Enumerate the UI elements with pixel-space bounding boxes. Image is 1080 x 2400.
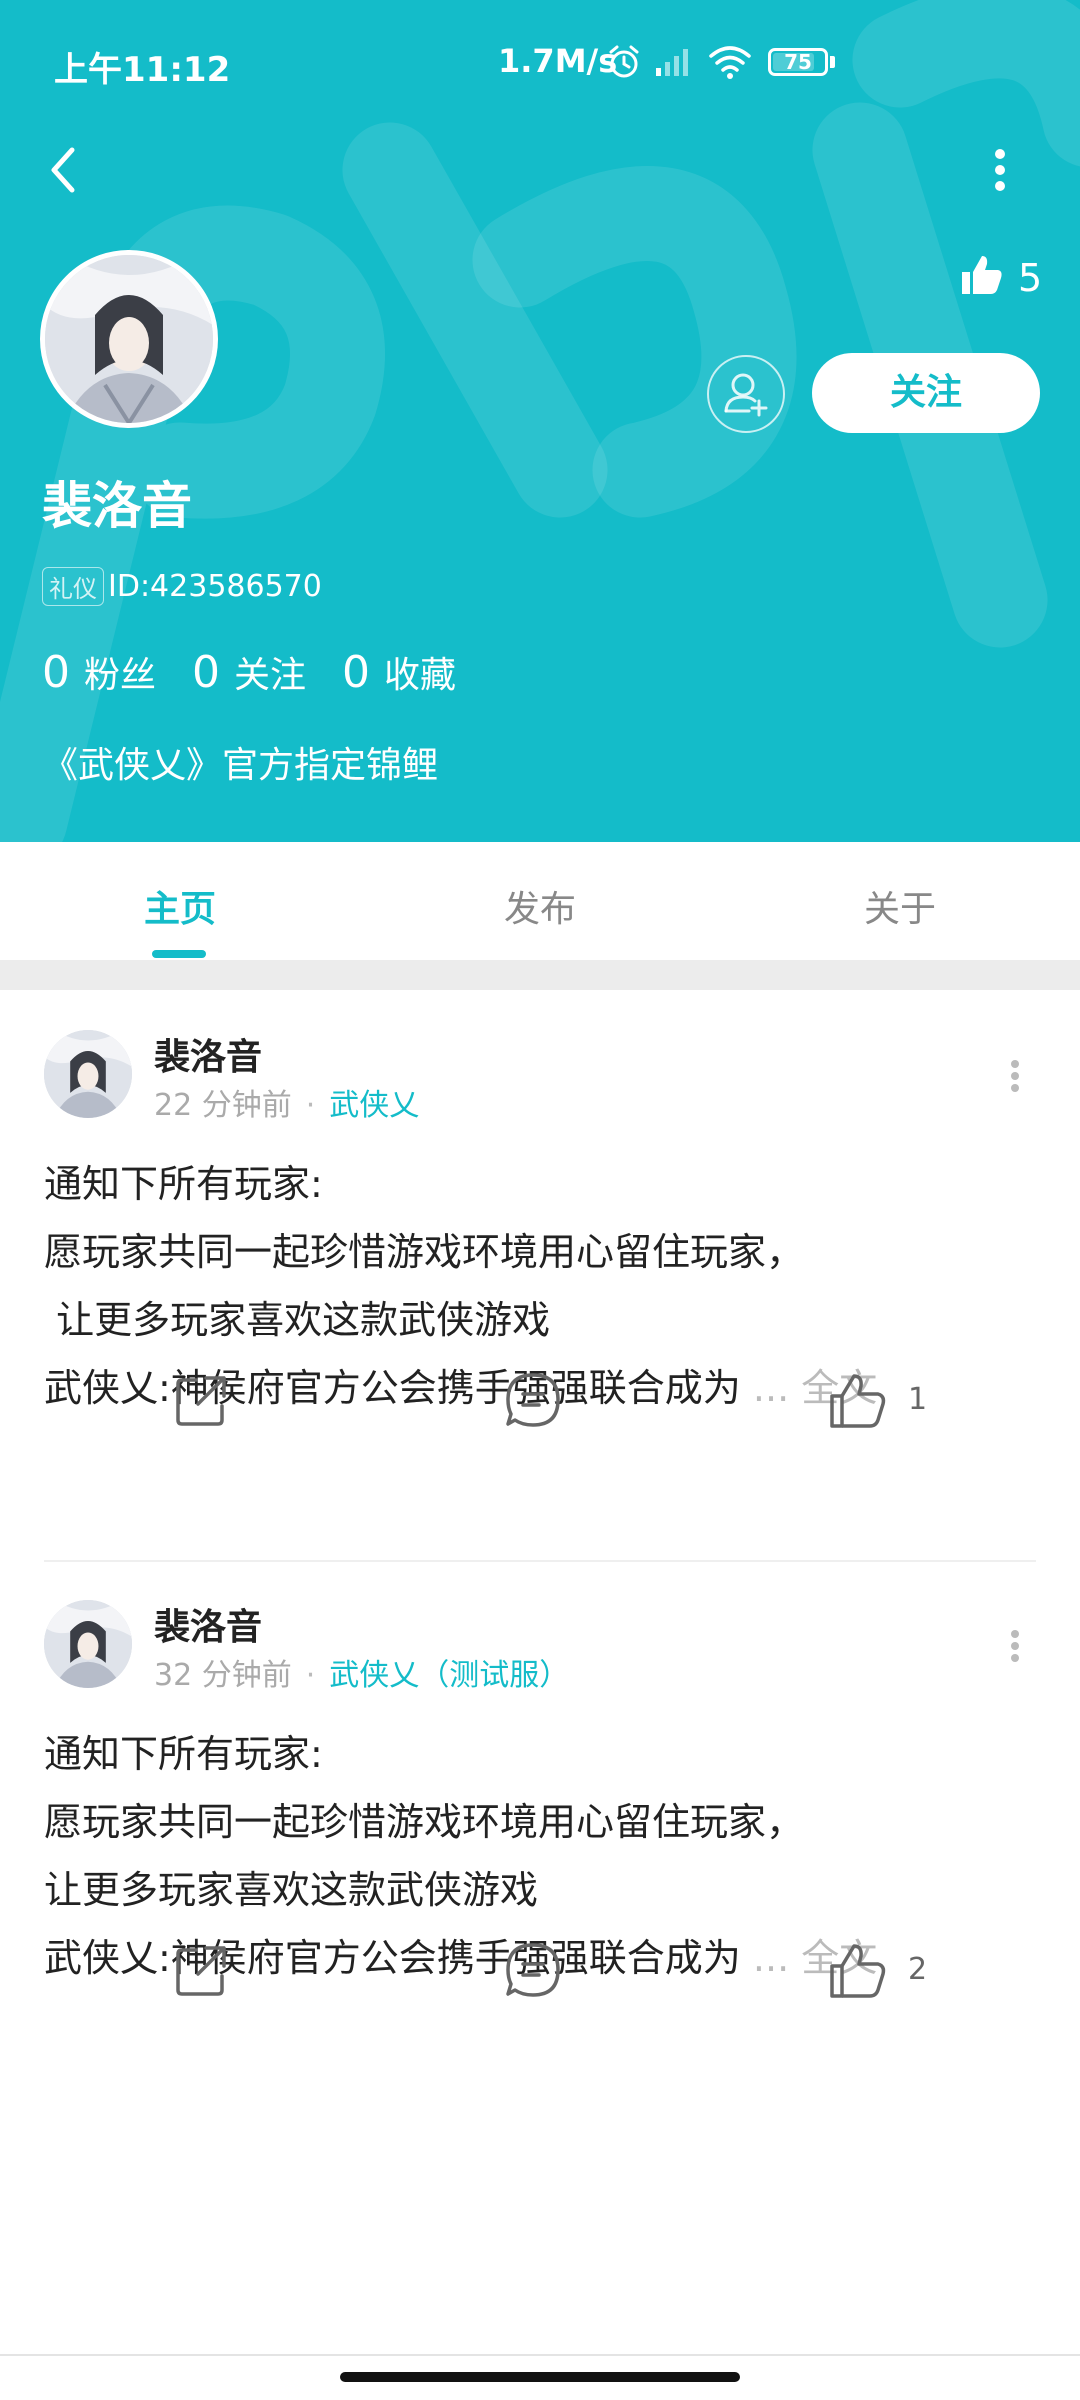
bottom-divider [0,2354,1080,2356]
post-more-icon[interactable] [1000,1626,1030,1666]
stat-number: 0 [42,647,70,698]
profile-id: ID:423586570 [108,568,322,604]
post-line: 通知下所有玩家: [44,1732,323,1776]
network-speed: 1.7M/s [498,42,618,80]
profile-id-row: 礼仪 ID:423586570 [42,564,322,608]
section-divider [0,960,1080,990]
profile-likes[interactable]: 5 [958,252,1042,302]
stat-label: 关注 [234,655,307,696]
stat-favorites[interactable]: 0 收藏 [342,646,456,698]
stat-number: 0 [192,647,221,698]
post-game-tag[interactable]: 武侠乂（测试服） [329,1658,569,1693]
share-icon[interactable] [170,1940,232,2002]
add-user-icon [724,373,768,417]
post-line: 愿玩家共同一起珍惜游戏环境用心留住玩家， [44,1800,805,1844]
post-meta: 32 分钟前 · 武侠乂（测试服） [154,1650,569,1694]
stat-following[interactable]: 0 关注 [192,646,306,698]
post-time: 32 分钟前 [154,1658,292,1693]
status-time: 上午11:12 [54,50,231,90]
add-friend-button[interactable] [707,355,785,433]
alarm-icon [609,45,639,78]
post-line: 让更多玩家喜欢这款武侠游戏 [44,1298,551,1342]
stat-label: 粉丝 [84,655,157,696]
avatar-image [45,255,213,423]
battery-level: 75 [784,50,812,74]
post-game-tag[interactable]: 武侠乂 [329,1088,419,1123]
profile-avatar[interactable] [40,250,218,428]
signal-icon [656,49,688,76]
post-meta: 22 分钟前 · 武侠乂 [154,1080,419,1124]
post-line: 通知下所有玩家: [44,1162,323,1206]
comment-icon[interactable] [502,1940,564,2002]
profile-bio: 《武侠乂》官方指定锦鲤 [42,745,439,786]
likes-count: 5 [1018,256,1043,300]
post-time: 22 分钟前 [154,1088,292,1123]
post-more-icon[interactable] [1000,1056,1030,1096]
post-author-avatar[interactable] [44,1600,132,1688]
meta-separator: · [305,1658,316,1693]
like-count: 2 [908,1952,928,1987]
comment-icon[interactable] [502,1370,564,1432]
stat-number: 0 [342,647,371,698]
profile-header: 上午11:12 1.7M/s 75 5 关注 裴洛音 礼仪 ID:4235865… [0,0,1080,842]
post-divider [44,1560,1036,1562]
stat-fans[interactable]: 0 粉丝 [42,646,156,698]
post-actions: 2 [0,1930,1080,2010]
more-options-icon[interactable] [980,140,1020,200]
like-icon[interactable] [826,1940,890,2002]
battery-icon: 75 [768,48,828,76]
post-actions: 1 [0,1360,1080,1440]
post-author-name[interactable]: 裴洛音 [154,1028,262,1080]
tab-about[interactable]: 关于 [800,880,1000,932]
profile-stats: 0 粉丝 0 关注 0 收藏 [42,646,492,698]
tab-home[interactable]: 主页 [80,880,280,932]
wifi-icon [709,46,751,79]
profile-tag: 礼仪 [42,566,104,606]
active-tab-indicator [152,950,206,958]
thumbs-up-icon [962,256,1002,294]
post-line: 让更多玩家喜欢这款武侠游戏 [44,1868,539,1912]
share-icon[interactable] [170,1370,232,1432]
profile-tabs: 主页 发布 关于 [0,842,1080,960]
like-count: 1 [908,1382,928,1417]
post-author-avatar[interactable] [44,1030,132,1118]
like-icon[interactable] [826,1370,890,1432]
meta-separator: · [305,1088,316,1123]
stat-label: 收藏 [384,655,457,696]
avatar-image [44,1030,132,1118]
profile-name: 裴洛音 [42,477,192,535]
post-author-name[interactable]: 裴洛音 [154,1598,262,1650]
back-arrow-icon[interactable] [38,140,88,200]
tab-posts[interactable]: 发布 [440,880,640,932]
status-bar: 上午11:12 1.7M/s 75 [0,0,1080,128]
follow-button[interactable]: 关注 [812,353,1040,433]
home-indicator[interactable] [340,2372,740,2382]
post-line: 愿玩家共同一起珍惜游戏环境用心留住玩家， [44,1230,805,1274]
avatar-image [44,1600,132,1688]
